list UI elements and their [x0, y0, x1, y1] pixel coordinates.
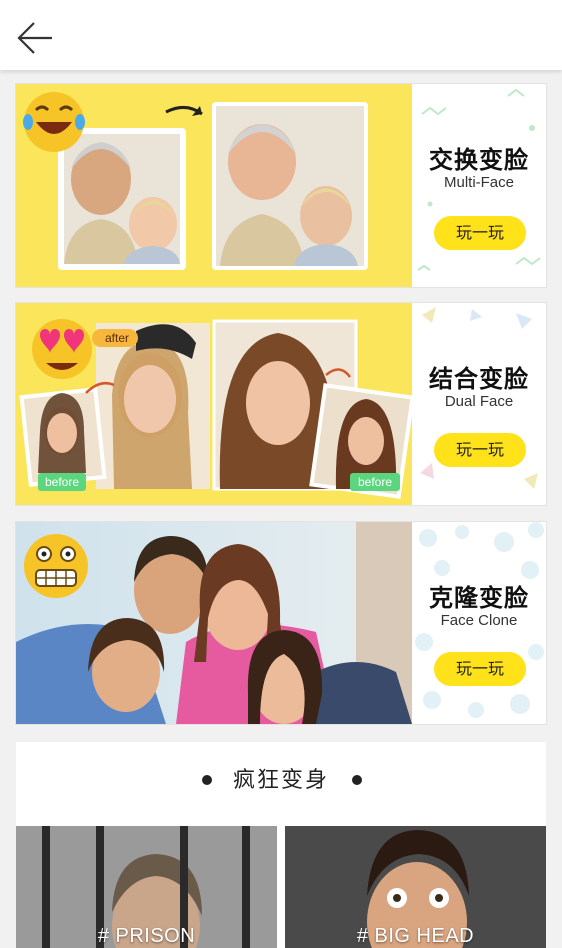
- arrow-left-icon[interactable]: [16, 20, 56, 56]
- multi-face-banner-image: [16, 84, 412, 287]
- card-title-en: Dual Face: [444, 393, 514, 410]
- card-title-en: Face Clone: [440, 612, 518, 629]
- play-button[interactable]: 玩一玩: [434, 433, 526, 467]
- card-title-cn: 克隆变脸: [429, 583, 529, 612]
- before-tag-left: before: [44, 475, 80, 489]
- face-clone-card[interactable]: 克隆变脸 Face Clone 玩一玩: [16, 522, 546, 724]
- face-clone-banner-image: [16, 522, 412, 724]
- face-clone-panel: 克隆变脸 Face Clone 玩一玩: [412, 522, 546, 724]
- dual-face-card[interactable]: after before before 结合变脸 Dual Face 玩一玩: [16, 303, 546, 505]
- multi-face-panel: 交换变脸 Multi-Face 玩一玩: [412, 84, 546, 287]
- top-bar: [0, 0, 562, 70]
- big-head-tile[interactable]: # BIG HEAD: [285, 826, 546, 948]
- section-title: 疯狂变身: [232, 768, 329, 793]
- card-title-cn: 交换变脸: [429, 145, 529, 174]
- crazy-transform-section: 疯狂变身 # PRISON # BIG HEAD: [16, 742, 546, 948]
- card-title-cn: 结合变脸: [429, 364, 529, 393]
- prison-label: # PRISON: [97, 925, 196, 947]
- after-tag: after: [104, 331, 129, 345]
- big-head-label: # BIG HEAD: [356, 925, 475, 947]
- play-button[interactable]: 玩一玩: [434, 216, 526, 250]
- dual-face-banner-image: after before before: [16, 303, 412, 505]
- prison-tile[interactable]: # PRISON: [16, 826, 277, 948]
- dual-face-panel: 结合变脸 Dual Face 玩一玩: [412, 303, 546, 505]
- play-button[interactable]: 玩一玩: [434, 652, 526, 686]
- multi-face-card[interactable]: 交换变脸 Multi-Face 玩一玩: [16, 84, 546, 287]
- before-tag-right: before: [357, 475, 393, 489]
- title-dot-right: [352, 775, 362, 785]
- card-title-en: Multi-Face: [443, 174, 514, 191]
